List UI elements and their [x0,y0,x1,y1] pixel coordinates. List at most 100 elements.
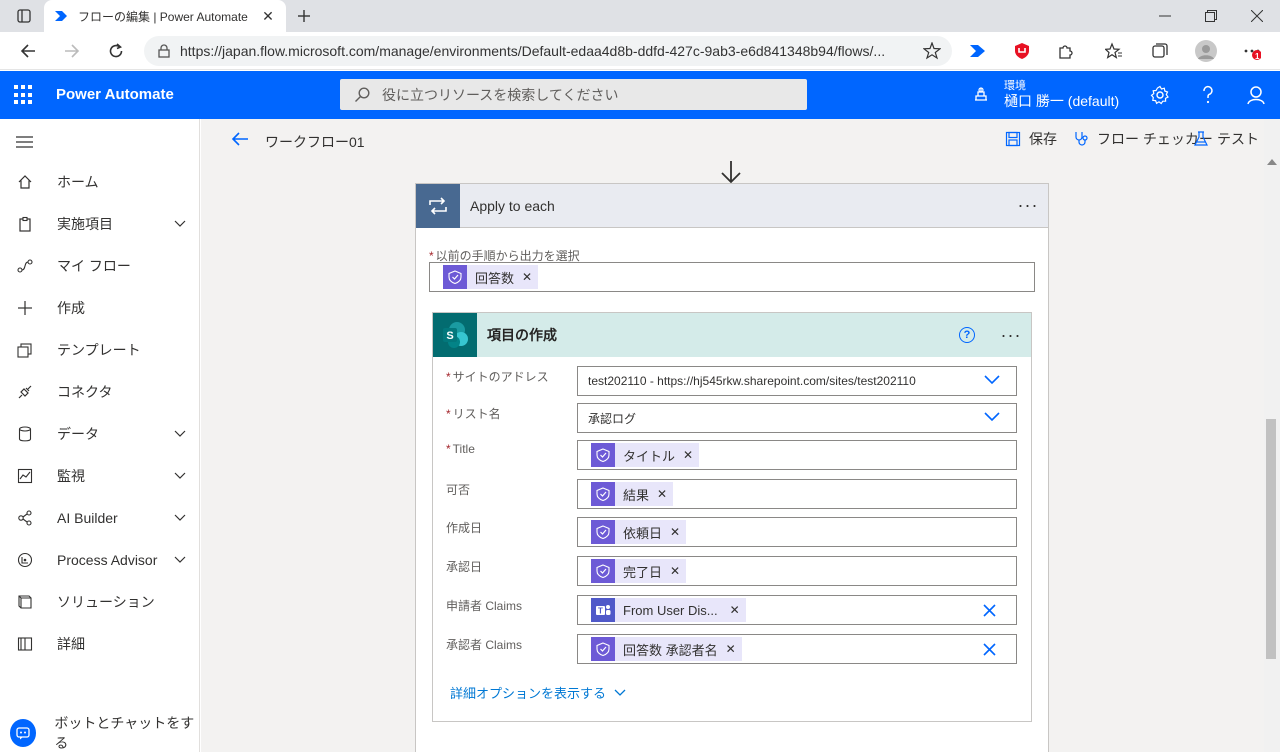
vertical-scrollbar[interactable] [1264,119,1280,752]
flow-checker-button[interactable]: フロー チェッカー [1073,129,1213,149]
nav-item-label: ホーム [57,174,99,190]
approval-icon [591,520,615,544]
app-name[interactable]: Power Automate [56,86,174,103]
nav-item-templates[interactable]: テンプレート [0,330,200,370]
token-remove-icon[interactable]: ✕ [670,525,680,539]
favorites-icon[interactable] [1100,37,1128,65]
token-remove-icon[interactable]: ✕ [657,487,667,501]
tab-actions-icon[interactable] [4,0,44,32]
test-button[interactable]: テスト [1193,129,1259,149]
environment-name: 樋口 勝一 (default) [1004,93,1120,109]
tab-close-icon[interactable]: ✕ [260,8,276,25]
chevron-down-icon[interactable] [984,375,1000,385]
clear-icon[interactable] [983,604,996,617]
nav-item-home[interactable]: ホーム [0,162,200,202]
hamburger-menu-icon[interactable] [16,135,33,151]
create-item-header[interactable]: S 項目の作成 ? ··· [433,313,1031,357]
profile-avatar[interactable] [1192,37,1220,65]
command-bar: ワークフロー01 保存 フロー チェッカー テスト [201,119,1264,161]
title-input[interactable]: タイトル ✕ [577,440,1017,470]
nav-item-connectors[interactable]: コネクタ [0,372,200,412]
scrollbar-thumb[interactable] [1266,419,1276,659]
new-tab-icon[interactable] [284,0,324,32]
token-remove-icon[interactable]: ✕ [726,642,736,656]
approval-result-input[interactable]: 結果 ✕ [577,479,1017,509]
back-arrow-icon[interactable] [231,131,249,147]
approval-icon [591,559,615,583]
nav-item-create[interactable]: 作成 [0,288,200,328]
requester-claims-input[interactable]: T From User Dis... ✕ [577,595,1017,625]
favorite-add-icon[interactable] [918,37,946,65]
nav-item-learn[interactable]: 詳細 [0,624,200,664]
nav-item-solutions[interactable]: ソリューション [0,582,200,622]
dynamic-content-token[interactable]: 完了日 ✕ [591,559,687,583]
apply-to-each-header[interactable]: Apply to each ··· [416,183,1048,228]
collections-icon[interactable] [1146,37,1174,65]
minimize-icon[interactable] [1142,0,1188,32]
settings-gear-icon[interactable] [1148,83,1172,107]
created-date-input[interactable]: 依頼日 ✕ [577,517,1017,547]
token-remove-icon[interactable]: ✕ [683,448,693,462]
search-input[interactable]: 役に立つリソースを検索してください [340,79,807,110]
nav-item-label: Process Advisor [57,552,158,568]
account-icon[interactable] [1244,83,1268,107]
more-options-icon[interactable]: ··· [991,325,1031,346]
help-icon[interactable] [1196,83,1220,107]
save-button[interactable]: 保存 [1005,129,1057,149]
field-value: 承認ログ [588,411,637,426]
app-launcher-icon[interactable] [14,85,34,105]
ai-builder-icon [16,509,34,527]
token-label: タイトル [623,448,676,464]
more-options-icon[interactable]: ··· [1008,195,1048,216]
more-menu-icon[interactable]: 1 [1238,37,1266,65]
dynamic-content-token[interactable]: タイトル ✕ [591,443,700,467]
browser-tab[interactable]: フローの編集 | Power Automate ✕ [44,0,286,32]
token-label: 回答数 承認者名 [623,642,718,658]
nav-item-action-items[interactable]: 実施項目 [0,204,200,244]
site-address-dropdown[interactable]: test202110 - https://hj545rkw.sharepoint… [577,366,1017,396]
approved-date-input[interactable]: 完了日 ✕ [577,556,1017,586]
url-field[interactable]: https://japan.flow.microsoft.com/manage/… [144,36,952,66]
nav-item-my-flows[interactable]: マイ フロー [0,246,200,286]
token-remove-icon[interactable]: ✕ [730,603,740,617]
chevron-down-icon[interactable] [174,430,186,438]
nav-item-data[interactable]: データ [0,414,200,454]
show-advanced-options-link[interactable]: 詳細オプションを表示する [450,683,626,702]
field-label: * リスト名 [446,407,501,421]
chat-with-bot-button[interactable]: ボットとチャットをする [10,713,199,752]
chevron-down-icon[interactable] [174,220,186,228]
help-circle-icon[interactable]: ? [959,327,975,343]
dynamic-content-token[interactable]: 回答数 承認者名 ✕ [591,637,742,661]
nav-item-ai-builder[interactable]: AI Builder [0,498,200,538]
restore-icon[interactable] [1188,0,1234,32]
field-label: * サイトのアドレス [446,370,549,384]
dynamic-content-token[interactable]: T From User Dis... ✕ [591,598,746,622]
token-remove-icon[interactable]: ✕ [522,270,532,284]
token-remove-icon[interactable]: ✕ [670,564,680,578]
back-icon[interactable] [14,37,42,65]
nav-item-label: 監視 [57,468,85,484]
forward-icon[interactable] [58,37,86,65]
chevron-down-icon[interactable] [174,514,186,522]
refresh-icon[interactable] [102,37,130,65]
chevron-down-icon[interactable] [174,556,186,564]
dynamic-content-token[interactable]: 依頼日 ✕ [591,520,687,544]
list-name-dropdown[interactable]: 承認ログ [577,403,1017,433]
approver-claims-input[interactable]: 回答数 承認者名 ✕ [577,634,1017,664]
power-automate-extension-icon[interactable] [964,37,992,65]
close-window-icon[interactable] [1234,0,1280,32]
dynamic-content-token[interactable]: 結果 ✕ [591,482,674,506]
select-output-field[interactable]: 回答数 ✕ [429,262,1035,292]
scroll-up-arrow-icon[interactable] [1267,159,1277,165]
nav-item-process-advisor[interactable]: Process Advisor [0,540,200,580]
nav-item-monitor[interactable]: 監視 [0,456,200,496]
environment-picker[interactable]: 環境 樋口 勝一 (default) [972,79,1119,109]
nav-item-label: コネクタ [57,384,113,400]
chevron-down-icon[interactable] [174,472,186,480]
chevron-down-icon[interactable] [984,412,1000,422]
shield-extension-icon[interactable] [1008,37,1036,65]
dynamic-content-token[interactable]: 回答数 ✕ [443,265,539,289]
url-text: https://japan.flow.microsoft.com/manage/… [180,43,886,59]
clear-icon[interactable] [983,643,996,656]
extensions-icon[interactable] [1052,37,1080,65]
